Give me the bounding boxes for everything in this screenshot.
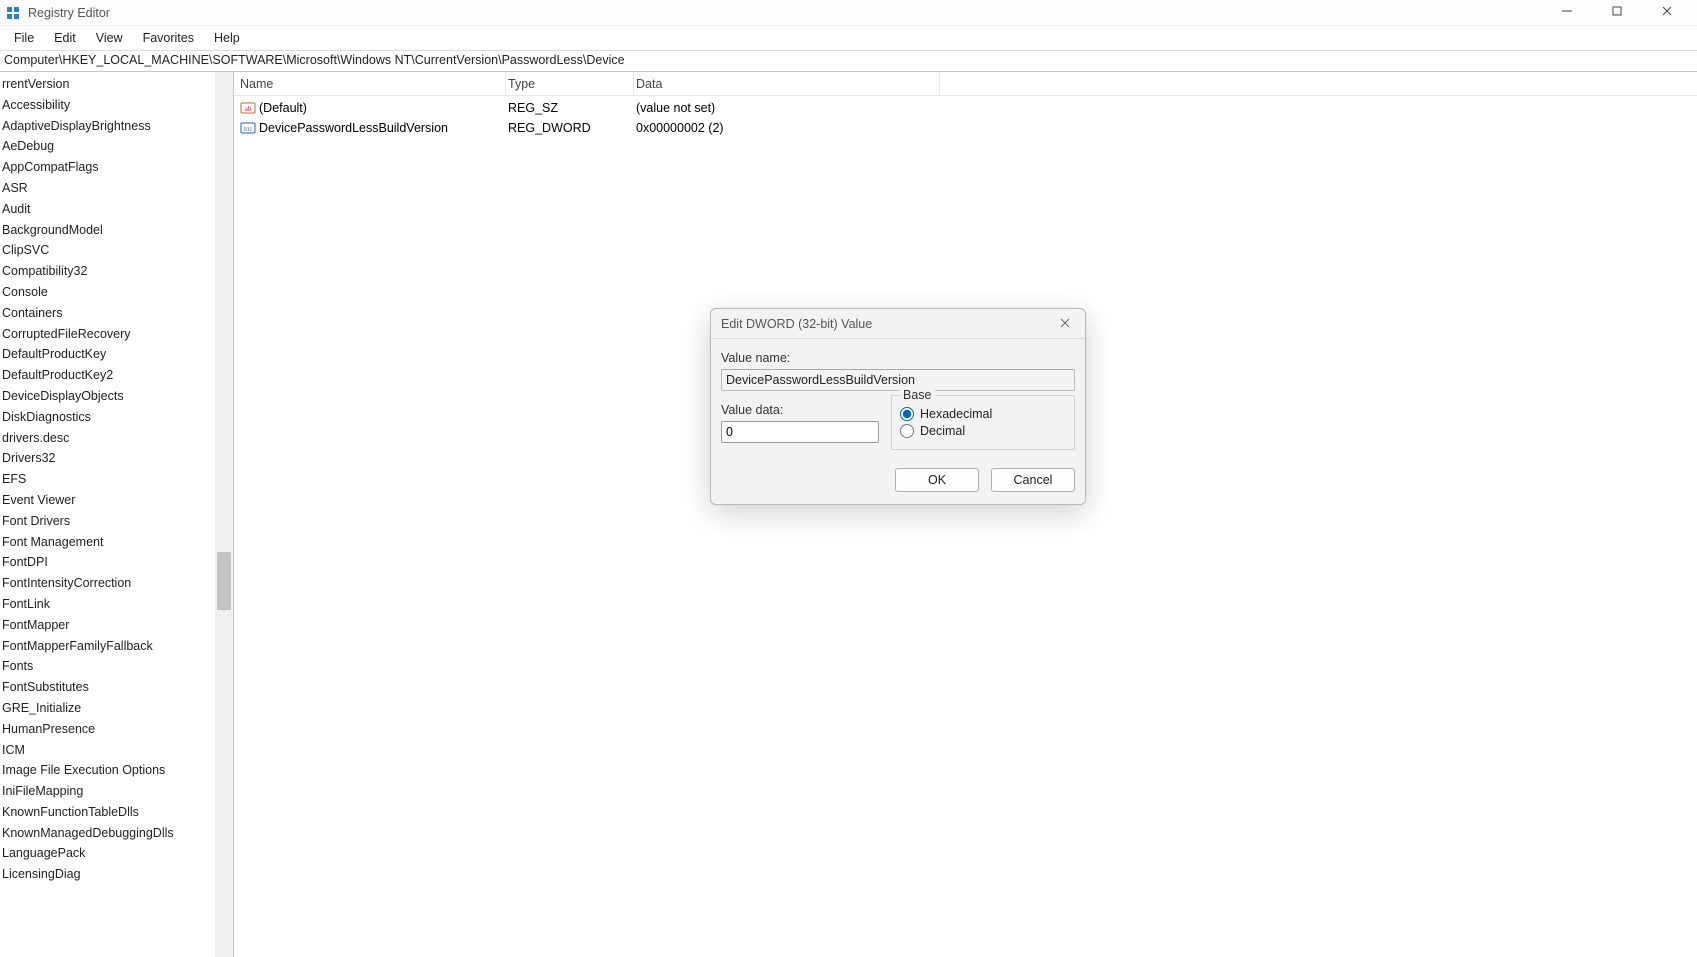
tree-item[interactable]: FontSubstitutes bbox=[2, 677, 233, 698]
tree-item[interactable]: Font Drivers bbox=[2, 511, 233, 532]
cancel-button[interactable]: Cancel bbox=[991, 468, 1075, 492]
menu-view[interactable]: View bbox=[86, 29, 133, 47]
tree-item[interactable]: AdaptiveDisplayBrightness bbox=[2, 116, 233, 137]
tree-item[interactable]: EFS bbox=[2, 469, 233, 490]
cell-data: 0x00000002 (2) bbox=[634, 121, 940, 135]
tree-item[interactable]: Drivers32 bbox=[2, 448, 233, 469]
tree-item[interactable]: CorruptedFileRecovery bbox=[2, 324, 233, 345]
menu-edit[interactable]: Edit bbox=[44, 29, 86, 47]
string-value-icon: ab bbox=[240, 100, 256, 116]
value-data-input[interactable] bbox=[721, 421, 879, 443]
radio-dec-label: Decimal bbox=[920, 424, 965, 438]
col-header-type[interactable]: Type bbox=[506, 72, 634, 95]
tree-item[interactable]: Console bbox=[2, 282, 233, 303]
radio-hexadecimal[interactable] bbox=[900, 407, 914, 421]
menu-favorites[interactable]: Favorites bbox=[133, 29, 204, 47]
tree-item[interactable]: KnownManagedDebuggingDlls bbox=[2, 823, 233, 844]
tree-item[interactable]: IniFileMapping bbox=[2, 781, 233, 802]
value-data-label: Value data: bbox=[721, 403, 879, 417]
titlebar: Registry Editor bbox=[0, 0, 1697, 26]
tree-item[interactable]: Containers bbox=[2, 303, 233, 324]
tree-item[interactable]: LanguagePack bbox=[2, 843, 233, 864]
list-row[interactable]: ab (Default) REG_SZ(value not set) bbox=[234, 98, 1697, 118]
tree-item[interactable]: drivers.desc bbox=[2, 428, 233, 449]
tree-item[interactable]: rrentVersion bbox=[2, 74, 233, 95]
value-name-text: DevicePasswordLessBuildVersion bbox=[259, 121, 448, 135]
tree-item[interactable]: KnownFunctionTableDlls bbox=[2, 802, 233, 823]
app-icon bbox=[6, 5, 22, 21]
tree-item[interactable]: DeviceDisplayObjects bbox=[2, 386, 233, 407]
edit-dword-dialog: Edit DWORD (32-bit) Value Value name: De… bbox=[710, 308, 1086, 505]
list-header: Name Type Data bbox=[234, 72, 1697, 96]
binary-value-icon: 011 bbox=[240, 120, 256, 136]
cell-name: 011 DevicePasswordLessBuildVersion bbox=[234, 120, 506, 136]
dialog-title: Edit DWORD (32-bit) Value bbox=[721, 317, 872, 331]
tree-item[interactable]: FontMapperFamilyFallback bbox=[2, 636, 233, 657]
tree-item[interactable]: LicensingDiag bbox=[2, 864, 233, 885]
content: rrentVersionAccessibilityAdaptiveDisplay… bbox=[0, 72, 1697, 957]
cell-data: (value not set) bbox=[634, 101, 940, 115]
address-bar[interactable]: Computer\HKEY_LOCAL_MACHINE\SOFTWARE\Mic… bbox=[0, 50, 1697, 72]
radio-dec-row[interactable]: Decimal bbox=[900, 424, 1066, 438]
cell-name: ab (Default) bbox=[234, 100, 506, 116]
tree-item[interactable]: GRE_Initialize bbox=[2, 698, 233, 719]
tree-pane: rrentVersionAccessibilityAdaptiveDisplay… bbox=[0, 72, 234, 957]
base-group: Base Hexadecimal Decimal bbox=[891, 395, 1075, 450]
tree-item[interactable]: DiskDiagnostics bbox=[2, 407, 233, 428]
menu-file[interactable]: File bbox=[4, 29, 44, 47]
list-row[interactable]: 011 DevicePasswordLessBuildVersion REG_DWO… bbox=[234, 118, 1697, 138]
svg-text:011: 011 bbox=[244, 127, 253, 133]
tree-item[interactable]: Font Management bbox=[2, 532, 233, 553]
tree-item[interactable]: Compatibility32 bbox=[2, 261, 233, 282]
tree-item[interactable]: ICM bbox=[2, 740, 233, 761]
value-name-label: Value name: bbox=[721, 351, 1075, 365]
tree-item[interactable]: FontLink bbox=[2, 594, 233, 615]
tree-item[interactable]: DefaultProductKey2 bbox=[2, 365, 233, 386]
menu-help[interactable]: Help bbox=[204, 29, 250, 47]
tree-item[interactable]: Event Viewer bbox=[2, 490, 233, 511]
tree-item[interactable]: ClipSVC bbox=[2, 240, 233, 261]
radio-decimal[interactable] bbox=[900, 424, 914, 438]
tree-item[interactable]: HumanPresence bbox=[2, 719, 233, 740]
minimize-button[interactable] bbox=[1553, 5, 1581, 20]
tree-item[interactable]: Audit bbox=[2, 199, 233, 220]
tree-item[interactable]: ASR bbox=[2, 178, 233, 199]
svg-text:ab: ab bbox=[245, 105, 252, 113]
cell-type: REG_SZ bbox=[506, 101, 634, 115]
tree-item[interactable]: Image File Execution Options bbox=[2, 760, 233, 781]
list-pane: Name Type Data ab (Default) REG_SZ(value n… bbox=[234, 72, 1697, 957]
base-legend: Base bbox=[900, 388, 935, 402]
tree-item[interactable]: FontIntensityCorrection bbox=[2, 573, 233, 594]
cell-type: REG_DWORD bbox=[506, 121, 634, 135]
tree-item[interactable]: FontMapper bbox=[2, 615, 233, 636]
close-button[interactable] bbox=[1653, 5, 1681, 20]
tree-item[interactable]: DefaultProductKey bbox=[2, 344, 233, 365]
tree-item[interactable]: BackgroundModel bbox=[2, 220, 233, 241]
dialog-close-button[interactable] bbox=[1055, 317, 1075, 331]
tree-item[interactable]: FontDPI bbox=[2, 552, 233, 573]
ok-button[interactable]: OK bbox=[895, 468, 979, 492]
window-title: Registry Editor bbox=[28, 6, 110, 20]
tree-item[interactable]: AppCompatFlags bbox=[2, 157, 233, 178]
value-name-field: DevicePasswordLessBuildVersion bbox=[721, 369, 1075, 391]
tree-item[interactable]: AeDebug bbox=[2, 136, 233, 157]
scrollbar-thumb[interactable] bbox=[217, 552, 231, 610]
value-name-text: (Default) bbox=[259, 101, 307, 115]
radio-hex-row[interactable]: Hexadecimal bbox=[900, 407, 1066, 421]
tree-item[interactable]: Accessibility bbox=[2, 95, 233, 116]
col-header-data[interactable]: Data bbox=[634, 72, 940, 95]
col-header-name[interactable]: Name bbox=[234, 72, 506, 95]
dialog-titlebar[interactable]: Edit DWORD (32-bit) Value bbox=[711, 309, 1085, 339]
tree-scrollbar[interactable] bbox=[215, 72, 233, 957]
tree-item[interactable]: Fonts bbox=[2, 656, 233, 677]
menubar: File Edit View Favorites Help bbox=[0, 26, 1697, 50]
maximize-button[interactable] bbox=[1603, 5, 1631, 20]
radio-hex-label: Hexadecimal bbox=[920, 407, 992, 421]
